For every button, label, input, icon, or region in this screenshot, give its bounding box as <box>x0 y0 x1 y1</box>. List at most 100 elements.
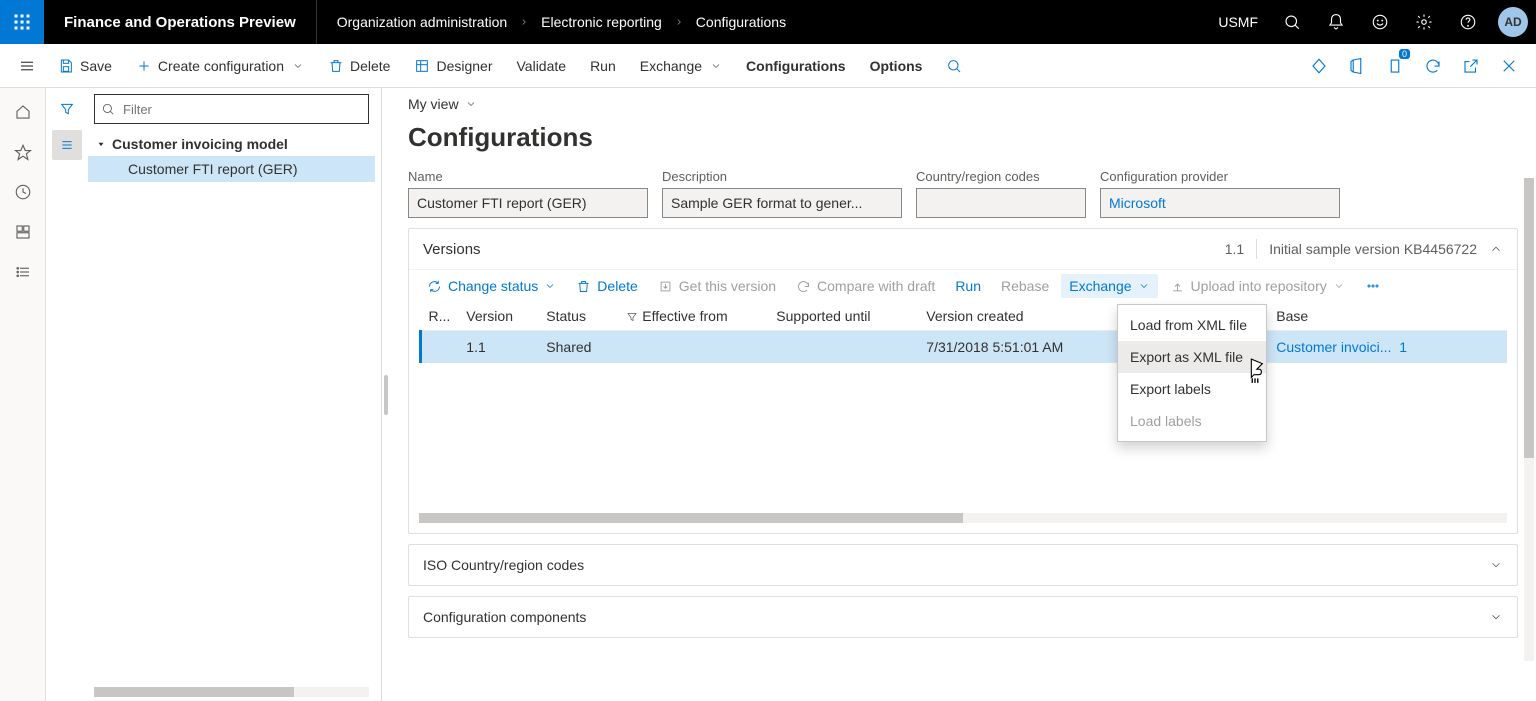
chevron-right-icon <box>674 17 684 27</box>
field-desc-label: Description <box>662 169 902 184</box>
upload-icon <box>1170 279 1185 294</box>
field-country-value[interactable] <box>916 188 1086 218</box>
designer-button[interactable]: Designer <box>404 47 502 85</box>
breadcrumb-item[interactable]: Configurations <box>696 14 786 30</box>
save-button[interactable]: Save <box>48 47 122 85</box>
options-tab[interactable]: Options <box>860 47 933 85</box>
panel-toggle-column <box>46 88 88 701</box>
chevron-down-icon <box>1489 558 1503 572</box>
components-section[interactable]: Configuration components <box>408 596 1518 638</box>
home-icon <box>14 103 32 121</box>
change-status-button[interactable]: Change status <box>419 274 564 298</box>
star-icon <box>14 143 32 161</box>
help-button[interactable] <box>1448 0 1488 44</box>
menu-load-xml[interactable]: Load from XML file <box>1118 309 1266 341</box>
run-button[interactable]: Run <box>580 47 626 85</box>
col-created[interactable]: Version created <box>918 302 1098 331</box>
exchange-button[interactable]: Exchange <box>630 47 732 85</box>
menu-export-xml-label: Export as XML file <box>1130 349 1243 365</box>
create-label: Create configuration <box>158 58 284 74</box>
search-button[interactable] <box>1272 0 1312 44</box>
versions-exchange-button[interactable]: Exchange <box>1061 274 1157 298</box>
tree-root-node[interactable]: Customer invoicing model <box>88 132 375 156</box>
validate-button[interactable]: Validate <box>507 47 577 85</box>
view-selector[interactable]: My view <box>408 96 1518 112</box>
breadcrumb-item[interactable]: Electronic reporting <box>541 14 662 30</box>
attachments-button[interactable] <box>1378 47 1412 85</box>
field-provider: Configuration provider Microsoft <box>1100 169 1340 218</box>
menu-export-labels[interactable]: Export labels <box>1118 373 1266 405</box>
save-label: Save <box>80 58 112 74</box>
feedback-button[interactable] <box>1360 0 1400 44</box>
configurations-tab[interactable]: Configurations <box>736 47 856 85</box>
list-toggle[interactable] <box>52 130 82 160</box>
close-icon <box>1500 57 1518 75</box>
nav-toggle[interactable] <box>10 57 44 75</box>
grid-row[interactable]: 1.1 Shared 7/31/2018 5:51:01 AM Customer… <box>421 331 1508 364</box>
cell-base: Customer invoici... 1 <box>1268 331 1507 364</box>
iso-section-title: ISO Country/region codes <box>423 557 584 573</box>
field-provider-value[interactable]: Microsoft <box>1100 188 1340 218</box>
delete-button[interactable]: Delete <box>318 47 400 85</box>
action-search[interactable] <box>936 47 972 85</box>
filter-toggle[interactable] <box>52 94 82 124</box>
col-base[interactable]: Base <box>1268 302 1507 331</box>
scrollbar-thumb[interactable] <box>419 513 963 523</box>
col-r[interactable]: R... <box>421 302 459 331</box>
filter-box[interactable] <box>94 94 369 124</box>
rail-recent[interactable] <box>5 174 41 210</box>
grid-horizontal-scrollbar[interactable] <box>419 513 1507 523</box>
versions-run-button[interactable]: Run <box>947 274 989 298</box>
iso-section[interactable]: ISO Country/region codes <box>408 544 1518 586</box>
versions-delete-button[interactable]: Delete <box>568 274 645 298</box>
rail-modules[interactable] <box>5 254 41 290</box>
splitter[interactable] <box>382 88 390 701</box>
tree-horizontal-scrollbar[interactable] <box>94 687 369 697</box>
close-button[interactable] <box>1492 47 1526 85</box>
field-desc-value[interactable]: Sample GER format to gener... <box>662 188 902 218</box>
col-supported[interactable]: Supported until <box>768 302 918 331</box>
cell-base-ver[interactable]: 1 <box>1399 339 1407 355</box>
chevron-down-icon <box>710 60 722 72</box>
search-icon <box>1283 13 1301 31</box>
breadcrumb-item[interactable]: Organization administration <box>337 14 507 30</box>
tree-child-node[interactable]: Customer FTI report (GER) <box>88 156 375 182</box>
refresh-button[interactable] <box>1416 47 1450 85</box>
app-launcher[interactable] <box>0 0 44 44</box>
global-header: Finance and Operations Preview Organizat… <box>0 0 1536 44</box>
notifications-button[interactable] <box>1316 0 1356 44</box>
rail-home[interactable] <box>5 94 41 130</box>
filter-input[interactable] <box>121 101 362 118</box>
bell-icon <box>1327 13 1345 31</box>
scrollbar-thumb[interactable] <box>94 687 294 697</box>
more-actions-button[interactable] <box>1357 274 1389 298</box>
office-button[interactable] <box>1340 47 1374 85</box>
rail-workspaces[interactable] <box>5 214 41 250</box>
settings-button[interactable] <box>1404 0 1444 44</box>
versions-exchange-label: Exchange <box>1069 278 1131 294</box>
caret-down-icon <box>96 139 106 149</box>
rail-favorites[interactable] <box>5 134 41 170</box>
cell-status: Shared <box>538 331 618 364</box>
col-version[interactable]: Version <box>458 302 538 331</box>
menu-export-xml[interactable]: Export as XML file <box>1118 341 1266 373</box>
cell-base-link[interactable]: Customer invoici... <box>1276 339 1391 355</box>
col-status[interactable]: Status <box>538 302 618 331</box>
field-name-value[interactable]: Customer FTI report (GER) <box>408 188 648 218</box>
versions-delete-label: Delete <box>597 278 637 294</box>
tree-child-label: Customer FTI report (GER) <box>128 161 298 177</box>
related-info-button[interactable] <box>1302 47 1336 85</box>
popout-button[interactable] <box>1454 47 1488 85</box>
legal-entity[interactable]: USMF <box>1208 14 1268 30</box>
content-vertical-scrollbar[interactable] <box>1524 178 1534 661</box>
versions-grid-wrap: R... Version Status Effective from Suppo… <box>409 302 1517 533</box>
user-avatar[interactable]: AD <box>1498 7 1528 37</box>
chevron-up-icon[interactable] <box>1489 242 1503 256</box>
get-version-button: Get this version <box>650 274 784 298</box>
menu-load-labels-label: Load labels <box>1130 413 1202 429</box>
scrollbar-thumb[interactable] <box>1524 178 1534 458</box>
col-effective[interactable]: Effective from <box>618 302 768 331</box>
chevron-down-icon <box>292 60 304 72</box>
versions-run-label: Run <box>955 278 981 294</box>
create-configuration-button[interactable]: Create configuration <box>126 47 314 85</box>
